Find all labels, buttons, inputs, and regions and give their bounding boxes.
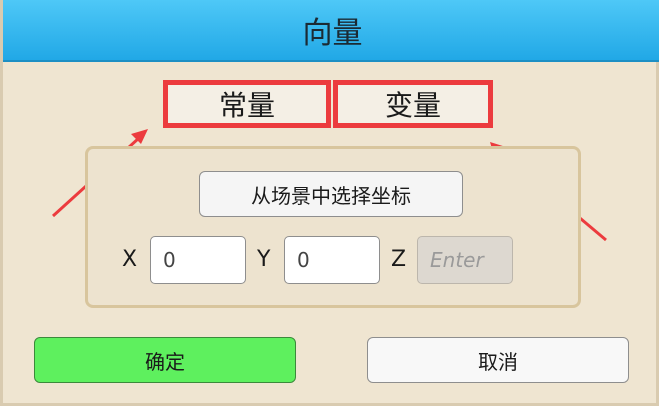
tab-constant[interactable]: 常量 [163,80,331,128]
y-label: Y [257,247,271,272]
pick-from-scene-label: 从场景中选择坐标 [251,183,411,208]
x-label: X [122,247,138,272]
pick-from-scene-button[interactable]: 从场景中选择坐标 [199,171,463,217]
dialog-titlebar: 向量 [3,0,659,62]
tab-constant-label: 常量 [218,89,275,122]
x-input[interactable] [150,236,246,284]
dialog-title: 向量 [302,16,363,51]
tab-variable-label: 变量 [384,89,441,122]
y-input[interactable] [284,236,380,284]
cancel-button[interactable]: 取消 [367,337,629,383]
cancel-label: 取消 [478,349,518,374]
confirm-button[interactable]: 确定 [34,337,296,383]
z-label: Z [391,247,407,272]
vector-dialog: 向量 常量 变量 从场景中选择坐标 X Y Z 确定 取消 [0,0,659,406]
tab-variable[interactable]: 变量 [333,80,493,128]
confirm-label: 确定 [145,349,185,374]
z-input [417,236,513,284]
